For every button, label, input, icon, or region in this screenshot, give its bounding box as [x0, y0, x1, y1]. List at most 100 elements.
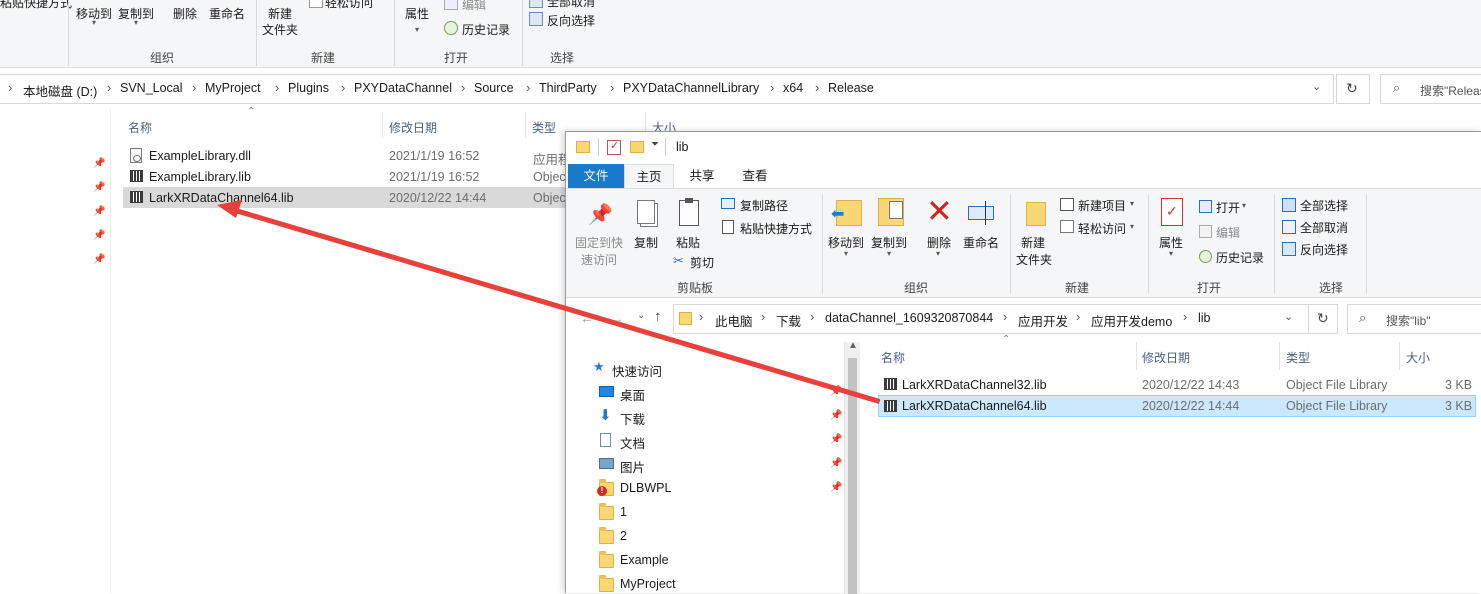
- breadcrumb-item[interactable]: x64: [783, 81, 803, 95]
- chevron-right-icon[interactable]: ›: [815, 80, 819, 95]
- edit-button[interactable]: 编辑: [1216, 224, 1240, 241]
- breadcrumb-item[interactable]: SVN_Local: [120, 81, 183, 95]
- chevron-right-icon[interactable]: ›: [275, 80, 279, 95]
- breadcrumb-item[interactable]: Release: [828, 81, 874, 95]
- breadcrumb-item[interactable]: 下载: [776, 311, 801, 330]
- front-refresh-button[interactable]: ↻: [1308, 304, 1338, 334]
- pin-icon[interactable]: 📌: [830, 386, 842, 397]
- chevron-right-icon[interactable]: ›: [1003, 309, 1007, 324]
- nav-scrollbar[interactable]: ▲: [844, 340, 860, 594]
- tab-home[interactable]: 主页: [624, 164, 674, 188]
- pin-quick-access-button[interactable]: 固定到快: [575, 234, 623, 251]
- column-divider[interactable]: [1279, 342, 1280, 370]
- column-divider[interactable]: [1136, 342, 1137, 370]
- breadcrumb-item[interactable]: Source: [474, 81, 514, 95]
- chevron-right-icon[interactable]: ›: [770, 80, 774, 95]
- cut-button[interactable]: 剪切: [690, 254, 714, 271]
- front-col-modified[interactable]: 修改日期: [1142, 349, 1190, 366]
- invert-selection-button[interactable]: 反向选择: [1300, 241, 1348, 258]
- pin-icon[interactable]: 📌: [830, 482, 842, 493]
- column-divider[interactable]: [1399, 342, 1400, 370]
- breadcrumb-item[interactable]: 本地磁盘 (D:): [23, 81, 97, 100]
- chevron-right-icon[interactable]: ›: [107, 80, 111, 95]
- back-paste-shortcut-label[interactable]: 粘贴快捷方式: [0, 0, 72, 11]
- paste-shortcut-button[interactable]: 粘贴快捷方式: [740, 220, 812, 237]
- chevron-right-icon[interactable]: ›: [610, 80, 614, 95]
- tab-file[interactable]: 文件: [568, 164, 624, 188]
- back-col-type[interactable]: 类型: [532, 119, 556, 136]
- select-none-button[interactable]: 全部取消: [1300, 219, 1348, 236]
- chevron-right-icon[interactable]: ›: [810, 309, 814, 324]
- pin-icon[interactable]: 📌: [830, 434, 842, 445]
- back-col-modified[interactable]: 修改日期: [389, 119, 437, 136]
- chevron-right-icon[interactable]: ›: [761, 309, 765, 324]
- forward-arrow-icon[interactable]: →: [610, 310, 624, 326]
- column-divider[interactable]: [382, 112, 383, 138]
- front-col-name[interactable]: 名称: [881, 349, 905, 366]
- open-button[interactable]: 打开: [1216, 199, 1240, 216]
- pin-icon[interactable]: 📌: [830, 458, 842, 469]
- back-arrow-icon[interactable]: ←: [580, 310, 594, 326]
- front-col-type[interactable]: 类型: [1286, 349, 1310, 366]
- scroll-up-icon[interactable]: ▲: [848, 340, 858, 351]
- back-properties-button[interactable]: 属性: [405, 5, 429, 22]
- new-item-button[interactable]: 新建项目: [1078, 197, 1126, 214]
- chevron-right-icon[interactable]: ›: [341, 80, 345, 95]
- chevron-right-icon[interactable]: ›: [1076, 309, 1080, 324]
- back-new-folder-button[interactable]: 新建: [268, 5, 292, 22]
- back-rename-button[interactable]: 重命名: [209, 5, 245, 22]
- breadcrumb-item[interactable]: 此电脑: [715, 311, 753, 330]
- breadcrumb-item[interactable]: ThirdParty: [539, 81, 597, 95]
- back-edit-button[interactable]: 编辑: [462, 0, 486, 13]
- copy-button[interactable]: 复制: [634, 234, 658, 251]
- back-invert-selection-button[interactable]: 反向选择: [547, 12, 595, 29]
- pin-icon[interactable]: 📌: [93, 158, 105, 169]
- chevron-right-icon[interactable]: ›: [1183, 309, 1187, 324]
- rename-button[interactable]: 重命名: [963, 234, 999, 251]
- breadcrumb-item[interactable]: dataChannel_1609320870844: [825, 311, 993, 325]
- chevron-down-icon[interactable]: ⌄: [1284, 310, 1293, 323]
- tab-view[interactable]: 查看: [728, 164, 782, 188]
- breadcrumb-item[interactable]: PXYDataChannelLibrary: [623, 81, 759, 95]
- chevron-down-icon[interactable]: ⌄: [1312, 80, 1321, 93]
- recent-locations-icon[interactable]: ⌄: [637, 310, 645, 321]
- back-easy-access-button[interactable]: 轻松访问: [325, 0, 373, 11]
- back-col-name[interactable]: 名称: [128, 119, 152, 136]
- back-delete-button[interactable]: 删除: [173, 5, 197, 22]
- column-divider[interactable]: [525, 112, 526, 138]
- chevron-right-icon[interactable]: ›: [699, 309, 703, 324]
- chevron-right-icon[interactable]: ›: [192, 80, 196, 95]
- breadcrumb-item[interactable]: PXYDataChannel: [354, 81, 452, 95]
- file-name: ExampleLibrary.lib: [149, 170, 251, 184]
- chevron-right-icon[interactable]: ›: [526, 80, 530, 95]
- pin-icon[interactable]: 📌: [93, 182, 105, 193]
- breadcrumb-item[interactable]: 应用开发demo: [1091, 311, 1172, 330]
- back-select-none-button[interactable]: 全部取消: [547, 0, 595, 10]
- pin-icon[interactable]: 📌: [93, 254, 105, 265]
- tab-share[interactable]: 共享: [676, 164, 728, 188]
- copy-path-button[interactable]: 复制路径: [740, 197, 788, 214]
- new-folder-button[interactable]: 新建: [1021, 234, 1045, 251]
- breadcrumb-item[interactable]: 应用开发: [1018, 311, 1068, 330]
- up-arrow-icon[interactable]: ↑: [654, 308, 662, 325]
- pin-icon[interactable]: 📌: [830, 410, 842, 421]
- breadcrumb-item[interactable]: MyProject: [205, 81, 261, 95]
- easy-access-button[interactable]: 轻松访问: [1078, 220, 1126, 237]
- customize-quick-access-icon[interactable]: ⏷: [651, 139, 659, 150]
- back-history-button[interactable]: 历史记录: [462, 21, 510, 38]
- select-all-button[interactable]: 全部选择: [1300, 197, 1348, 214]
- properties-check-icon[interactable]: ✓: [607, 140, 621, 155]
- ribbon-divider: [256, 0, 257, 66]
- front-col-size[interactable]: 大小: [1406, 349, 1430, 366]
- breadcrumb-item[interactable]: lib: [1198, 311, 1211, 325]
- breadcrumb-item[interactable]: Plugins: [288, 81, 329, 95]
- scrollbar-thumb[interactable]: [848, 358, 857, 594]
- paste-button[interactable]: 粘贴: [676, 234, 700, 251]
- new-folder-quick-icon[interactable]: [630, 141, 644, 153]
- pin-quick-access-icon: 📌: [588, 204, 613, 226]
- pin-icon[interactable]: 📌: [93, 230, 105, 241]
- pin-icon[interactable]: 📌: [93, 206, 105, 217]
- history-button[interactable]: 历史记录: [1216, 249, 1264, 266]
- chevron-down-icon: ▾: [844, 249, 849, 258]
- chevron-right-icon[interactable]: ›: [461, 80, 465, 95]
